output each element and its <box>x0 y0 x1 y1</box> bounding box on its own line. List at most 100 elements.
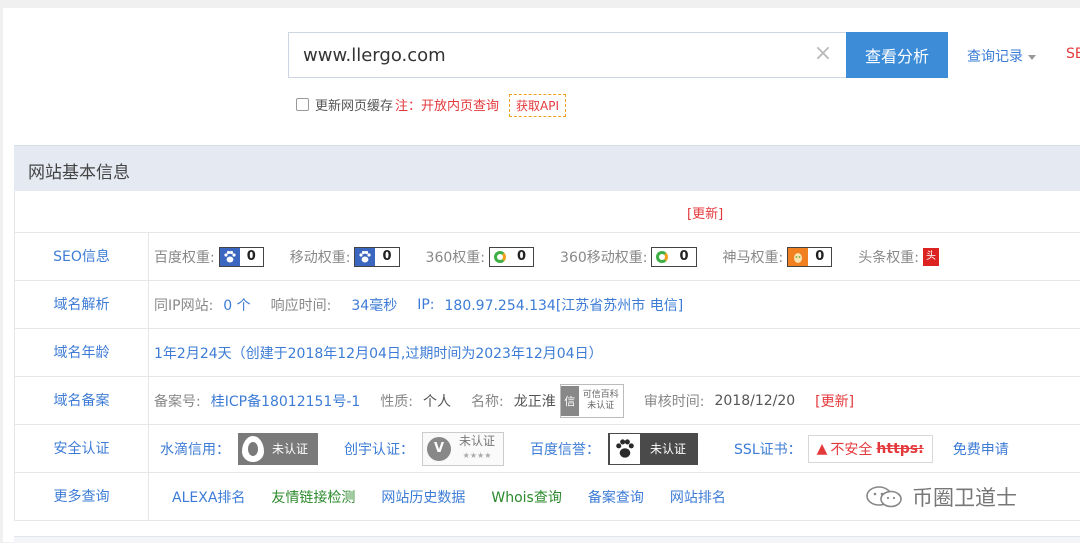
info-grid: [更新] SEO信息 百度权重: 0 移动权重: 0 360权重: 0 360移… <box>14 191 1080 521</box>
shuidi-status: 未认证 <box>272 442 309 456</box>
shenma-weight-badge[interactable]: 0 <box>787 246 833 267</box>
trusted-wiki-badge[interactable]: 信可信百科 未认证 <box>559 383 624 418</box>
alexa-link[interactable]: ALEXA排名 <box>172 487 245 507</box>
response-time-value: 34毫秒 <box>351 297 398 314</box>
watermark: 币圈卫道士 <box>864 482 1017 512</box>
toutiao-weight-label: 头条权重: <box>858 249 920 266</box>
ip-value[interactable]: 180.97.254.134[江苏省苏州市 电信] <box>445 295 684 315</box>
nature-value: 个人 <box>423 393 452 410</box>
mobile-weight-value: 0 <box>382 249 392 264</box>
cache-checkbox[interactable] <box>296 98 309 111</box>
security-row: 安全认证 水滴信用： 未认证 创宇认证： V 未认证 ★★★★ 百度信誉： 未认证 … <box>14 425 1080 473</box>
trusted-wiki-line1: 可信百科 <box>582 389 619 400</box>
options-row: 更新网页缓存 注：开放内页查询 获取API <box>296 94 567 117</box>
shuidi-cert-badge[interactable]: 未认证 <box>238 432 319 465</box>
paw-icon <box>610 433 641 464</box>
domain-age-content: 1年2月24天（创建于2018年12月04日,过期时间为2023年12月04日） <box>154 329 1080 376</box>
friend-link-check[interactable]: 友情链接检测 <box>271 487 355 507</box>
360-ring-icon <box>490 248 510 266</box>
chuangyu-stars: ★★★★ <box>462 451 492 460</box>
update-link[interactable]: [更新] <box>687 203 723 222</box>
seo-content: 百度权重: 0 移动权重: 0 360权重: 0 360移动权重: 0 神马权重… <box>154 233 1080 280</box>
icp-update-link[interactable]: [更新] <box>815 391 854 411</box>
site-rank-link[interactable]: 网站排名 <box>670 487 726 507</box>
dns-label[interactable]: 域名解析 <box>15 281 149 328</box>
icp-content: 备案号: 桂ICP备18012151号-1 性质: 个人 名称: 龙正淮 信可信… <box>154 377 1080 424</box>
owner-name-label: 名称: <box>471 393 504 410</box>
more-label[interactable]: 更多查询 <box>15 473 149 520</box>
chuangyu-label: 创宇认证： <box>344 441 415 458</box>
nature-label: 性质: <box>380 393 414 410</box>
domain-age-value: 1年2月24天（创建于2018年12月04日,过期时间为2023年12月04日） <box>154 345 603 362</box>
panel-header: 网站基本信息 <box>14 145 1080 191</box>
free-apply-link[interactable]: 免费申请 <box>953 439 1009 459</box>
audit-time-value: 2018/12/20 <box>714 392 796 409</box>
shuidi-label: 水滴信用： <box>160 441 230 458</box>
360-ring-icon <box>652 248 672 266</box>
icp-no-value[interactable]: 桂ICP备18012151号-1 <box>211 391 361 411</box>
history-data-link[interactable]: 网站历史数据 <box>381 487 465 507</box>
domain-age-row: 域名年龄 1年2月24天（创建于2018年12月04日,过期时间为2023年12… <box>14 329 1080 377</box>
baidu-weight-badge[interactable]: 0 <box>218 246 264 267</box>
ssl-https: https: <box>876 440 924 457</box>
shenma-icon <box>788 247 809 266</box>
360-mobile-weight-value: 0 <box>679 249 689 264</box>
chevron-down-icon <box>1028 54 1036 60</box>
seo-row: SEO信息 百度权重: 0 移动权重: 0 360权重: 0 360移动权重: … <box>14 233 1080 281</box>
query-history-label: 查询记录 <box>967 49 1023 65</box>
icp-query-link[interactable]: 备案查询 <box>588 487 644 507</box>
icp-label[interactable]: 域名备案 <box>15 377 149 424</box>
response-time-label: 响应时间: <box>270 297 332 314</box>
whois-link[interactable]: Whois查询 <box>491 487 561 507</box>
shenma-weight-label: 神马权重: <box>722 249 784 266</box>
analyze-button[interactable]: 查看分析 <box>846 32 948 78</box>
cache-label: 更新网页缓存 <box>315 99 394 114</box>
inner-page-note[interactable]: 注：开放内页查询 <box>395 99 499 114</box>
icp-row: 域名备案 备案号: 桂ICP备18012151号-1 性质: 个人 名称: 龙正… <box>14 377 1080 425</box>
query-history-dropdown[interactable]: 查询记录 <box>967 46 1036 66</box>
shenma-weight-value: 0 <box>815 249 825 264</box>
paw-icon <box>219 247 240 266</box>
clear-icon[interactable]: × <box>812 43 834 65</box>
water-drop-icon <box>242 435 264 462</box>
chuangyu-cert-badge[interactable]: V 未认证 ★★★★ <box>422 431 505 466</box>
update-row: [更新] <box>14 191 1080 233</box>
dns-row: 域名解析 同IP网站: 0 个 响应时间: 34毫秒 IP: 180.97.25… <box>14 281 1080 329</box>
baidu-weight-label: 百度权重: <box>154 249 215 266</box>
360-mobile-weight-badge[interactable]: 0 <box>651 246 697 267</box>
360-weight-badge[interactable]: 0 <box>488 246 535 267</box>
mobile-weight-badge[interactable]: 0 <box>354 246 400 267</box>
watermark-text: 币圈卫道士 <box>912 486 1017 510</box>
same-ip-value[interactable]: 0 个 <box>223 295 250 315</box>
security-content: 水滴信用： 未认证 创宇认证： V 未认证 ★★★★ 百度信誉： 未认证 SSL证书… <box>154 425 1080 472</box>
ssl-status: 不安全 <box>830 441 873 458</box>
baidu-credit-status: 未认证 <box>650 442 687 456</box>
ssl-status-badge[interactable]: ▲ 不安全 https: <box>807 434 933 463</box>
360-mobile-weight-label: 360移动权重: <box>560 249 648 266</box>
baidu-credit-badge[interactable]: 未认证 <box>608 432 699 465</box>
seo-label[interactable]: SEO信息 <box>15 233 149 280</box>
paw-icon <box>355 247 376 266</box>
ip-label: IP: <box>417 296 435 313</box>
mobile-weight-label: 移动权重: <box>289 249 351 266</box>
search-input[interactable] <box>303 33 803 77</box>
dns-content: 同IP网站: 0 个 响应时间: 34毫秒 IP: 180.97.254.134… <box>154 281 1080 328</box>
trusted-wiki-line2: 未认证 <box>587 400 615 411</box>
seo-link[interactable]: SE <box>1066 46 1080 62</box>
baidu-weight-value: 0 <box>246 249 256 264</box>
owner-name-value: 龙正淮 <box>513 393 556 410</box>
warning-icon: ▲ <box>816 440 828 457</box>
xin-logo-icon: 信 <box>560 385 579 416</box>
360-weight-label: 360权重: <box>425 249 485 266</box>
get-api-button[interactable]: 获取API <box>509 94 567 117</box>
chuangyu-status: 未认证 <box>459 434 496 448</box>
toutiao-icon[interactable]: 头 <box>923 247 940 266</box>
wechat-icon <box>866 486 902 508</box>
search-box: × <box>288 32 846 78</box>
icp-no-label: 备案号: <box>154 393 201 410</box>
security-label[interactable]: 安全认证 <box>15 425 149 472</box>
domain-age-label[interactable]: 域名年龄 <box>15 329 149 376</box>
baidu-credit-label: 百度信誉： <box>530 441 601 458</box>
audit-time-label: 审核时间: <box>643 393 705 410</box>
same-ip-label: 同IP网站: <box>154 297 214 314</box>
